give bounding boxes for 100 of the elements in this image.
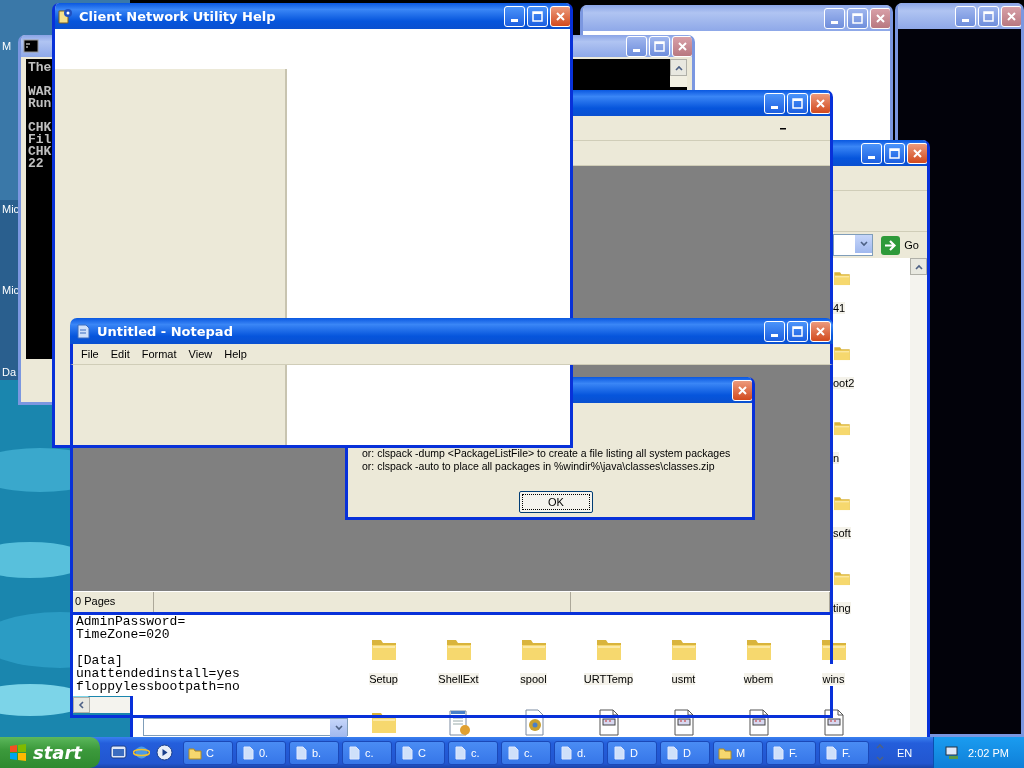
taskbar-button[interactable]: d.	[554, 740, 604, 765]
taskbar-button[interactable]: c.	[501, 740, 551, 765]
folder-label[interactable]: oot2	[833, 377, 855, 389]
taskbar-button[interactable]: D	[660, 740, 710, 765]
caret-up-icon	[875, 741, 885, 751]
address-field[interactable]	[833, 234, 874, 256]
close-button[interactable]	[1001, 5, 1021, 27]
taskbar-button[interactable]: c.	[448, 740, 498, 765]
logo-icon	[8, 742, 28, 763]
maximize-icon	[888, 146, 901, 160]
scroll-left-button[interactable]	[73, 697, 90, 713]
notepad-icon	[75, 323, 91, 339]
dropdown-button[interactable]	[855, 235, 873, 253]
menu-item[interactable]: Edit	[104, 348, 136, 360]
minimize-icon	[831, 20, 838, 24]
document-icon	[294, 745, 308, 760]
maximize-button[interactable]	[978, 5, 999, 27]
caret-down-icon	[858, 239, 869, 249]
close-button[interactable]	[870, 7, 890, 29]
close-icon	[874, 11, 887, 25]
folder-label[interactable]: usmt	[671, 673, 696, 685]
dropdown-field[interactable]	[143, 718, 348, 736]
taskbar-button[interactable]: b.	[289, 740, 339, 765]
maximize-button[interactable]	[649, 35, 670, 57]
ok-button[interactable]: OK	[519, 491, 593, 513]
taskbar-button[interactable]: F.	[766, 740, 816, 765]
menu-item[interactable]: Format	[135, 348, 183, 360]
dialog-text: or: clspack -dump <PackageListFile> to create a file listing all system packages	[362, 447, 731, 460]
close-icon	[1005, 9, 1018, 23]
window-icon[interactable]	[110, 744, 127, 761]
dropdown-button[interactable]	[330, 719, 347, 737]
taskbar-button[interactable]: D	[607, 740, 657, 765]
menu-item[interactable]: File	[75, 348, 105, 360]
scroll-up-button[interactable]	[670, 59, 687, 76]
desktop-icon-label[interactable]: Mic	[2, 284, 20, 296]
taskbar-button[interactable]: F.	[819, 740, 869, 765]
play-icon[interactable]	[156, 744, 173, 761]
console-line: WAR	[28, 86, 53, 98]
close-button[interactable]	[672, 35, 692, 57]
document-icon	[506, 745, 520, 760]
minimize-icon	[633, 48, 640, 52]
desktop-icon-label[interactable]: Da	[2, 366, 17, 378]
globe-icon[interactable]	[133, 744, 150, 761]
folder-label[interactable]: ShellExt	[438, 673, 479, 685]
folder-label[interactable]: Setup	[369, 673, 398, 685]
close-button[interactable]	[810, 92, 830, 114]
computer-icon[interactable]	[944, 744, 960, 761]
console-line: Run	[28, 98, 53, 110]
taskbar-button[interactable]: c.	[342, 740, 392, 765]
document-icon	[771, 745, 785, 760]
language-indicator[interactable]: EN	[897, 746, 933, 759]
scrollbar[interactable]	[670, 59, 687, 87]
folder-label[interactable]: soft	[833, 527, 851, 539]
folder-label[interactable]: URTTemp	[583, 673, 634, 685]
maximize-icon	[982, 9, 995, 23]
desktop-icon-label[interactable]: Mic	[2, 203, 20, 215]
taskbar-button[interactable]: 0.	[236, 740, 286, 765]
maximize-button[interactable]	[884, 142, 905, 164]
maximize-button[interactable]	[527, 5, 548, 27]
menu-item[interactable]: View	[182, 348, 219, 360]
minimize-icon	[771, 333, 778, 337]
clock[interactable]: 2:02 PM	[968, 746, 1009, 759]
caret-down-icon	[875, 754, 885, 764]
taskbar-button[interactable]: C	[395, 740, 445, 765]
close-button[interactable]	[907, 142, 927, 164]
folder-icon	[188, 745, 202, 760]
maximize-icon	[653, 39, 666, 53]
start-button[interactable]: start	[0, 737, 100, 768]
taskbar-button[interactable]: C	[183, 740, 233, 765]
close-button[interactable]	[550, 5, 570, 27]
desktop-icon-label[interactable]: M	[2, 40, 12, 52]
folder-label[interactable]: ting	[833, 602, 851, 614]
folder-label[interactable]: 41	[833, 302, 846, 314]
maximize-icon	[791, 96, 804, 110]
maximize-button[interactable]	[787, 92, 808, 114]
maximize-button[interactable]	[847, 7, 868, 29]
dialog-text: or: clspack -auto to place all packages in %windir%\java\classes\classes.zip	[362, 460, 715, 473]
go-button[interactable]: Go	[877, 234, 923, 256]
minimize-icon	[868, 155, 875, 159]
taskbar-button[interactable]: M	[713, 740, 763, 765]
document-icon	[347, 745, 361, 760]
folder-label[interactable]: wins	[822, 673, 845, 685]
close-icon	[814, 96, 827, 110]
minimize-icon	[511, 18, 518, 22]
maximize-icon	[791, 324, 804, 338]
console-line: CHK	[28, 122, 53, 134]
folder-label[interactable]: n	[833, 452, 840, 464]
folder-icon	[718, 745, 732, 760]
caret-down-icon	[333, 723, 344, 733]
scrollbar[interactable]	[73, 697, 130, 713]
maximize-button[interactable]	[787, 320, 808, 342]
window-title: Client Network Utility Help	[78, 8, 277, 24]
close-button[interactable]	[810, 320, 831, 342]
menu-item[interactable]: Help	[218, 348, 253, 360]
folder-label[interactable]: spool	[520, 673, 547, 685]
scrollbar[interactable]	[910, 258, 927, 737]
close-button[interactable]	[732, 379, 752, 401]
scroll-up-button[interactable]	[910, 258, 927, 275]
close-icon	[814, 324, 827, 338]
folder-label[interactable]: wbem	[743, 673, 774, 685]
